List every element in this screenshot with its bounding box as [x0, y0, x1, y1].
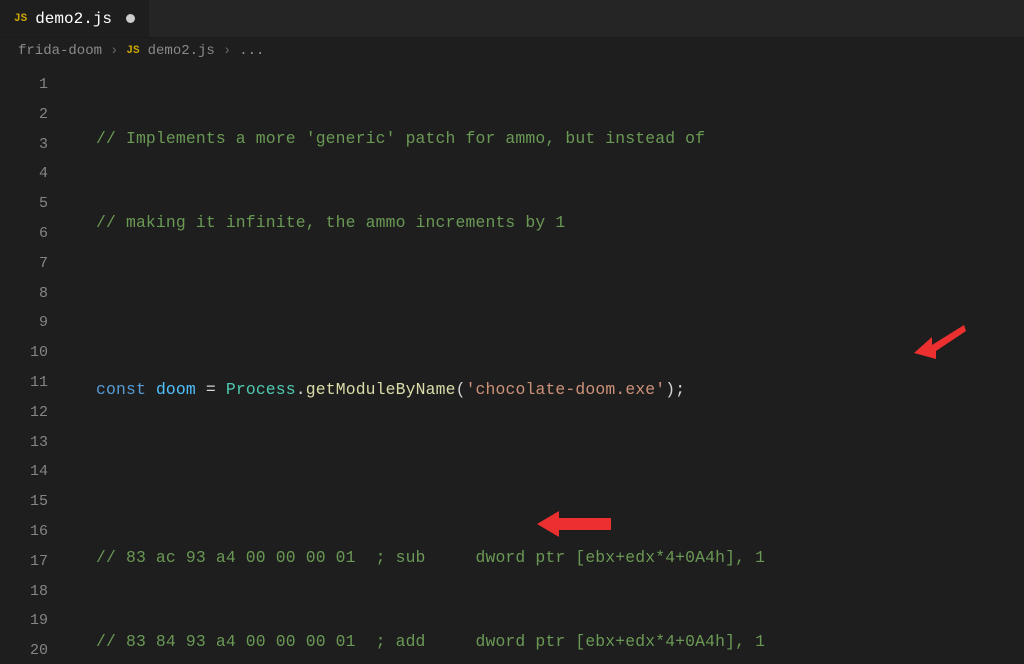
breadcrumb-folder[interactable]: frida-doom — [18, 43, 102, 59]
code-line — [74, 459, 1024, 489]
tab-filename: demo2.js — [35, 10, 112, 28]
chevron-right-icon: › — [110, 43, 118, 59]
js-icon: JS — [14, 13, 27, 25]
line-number: 9 — [0, 308, 74, 338]
comment-token: // making it infinite, the ammo incremen… — [96, 213, 565, 232]
line-number: 6 — [0, 219, 74, 249]
line-number: 11 — [0, 368, 74, 398]
line-number: 5 — [0, 189, 74, 219]
comment-token: // Implements a more 'generic' patch for… — [96, 129, 705, 148]
line-number: 12 — [0, 398, 74, 428]
tab-bar: JS demo2.js — [0, 0, 1024, 38]
breadcrumb: frida-doom › JS demo2.js › ... — [0, 38, 1024, 64]
annotation-arrow-icon — [914, 319, 970, 363]
annotation-arrow-icon — [537, 509, 613, 539]
code-line: // making it infinite, the ammo incremen… — [74, 208, 1024, 238]
comment-token: // 83 ac 93 a4 00 00 00 01 ; sub dword p… — [96, 548, 765, 567]
line-number: 2 — [0, 100, 74, 130]
line-number: 1 — [0, 70, 74, 100]
tab-active[interactable]: JS demo2.js — [0, 0, 150, 37]
line-number-gutter: 1 2 3 4 5 6 7 8 9 10 11 12 13 14 15 16 1… — [0, 64, 74, 664]
comment-token: // 83 84 93 a4 00 00 00 01 ; add dword p… — [96, 632, 765, 651]
line-number: 4 — [0, 159, 74, 189]
dirty-indicator-icon — [126, 14, 135, 23]
editor-area[interactable]: 1 2 3 4 5 6 7 8 9 10 11 12 13 14 15 16 1… — [0, 64, 1024, 664]
line-number: 20 — [0, 636, 74, 664]
code-line: const doom = Process.getModuleByName('ch… — [74, 375, 1024, 405]
keyword-token: const — [96, 380, 146, 399]
code-content[interactable]: // Implements a more 'generic' patch for… — [74, 64, 1024, 664]
line-number: 8 — [0, 279, 74, 309]
punct-token: . — [296, 380, 306, 399]
const-name-token: doom — [156, 380, 196, 399]
line-number: 19 — [0, 606, 74, 636]
breadcrumb-file[interactable]: demo2.js — [148, 43, 215, 59]
line-number: 13 — [0, 428, 74, 458]
line-number: 7 — [0, 249, 74, 279]
code-line: // Implements a more 'generic' patch for… — [74, 124, 1024, 154]
punct-token: ( — [456, 380, 466, 399]
line-number: 18 — [0, 577, 74, 607]
line-number: 15 — [0, 487, 74, 517]
line-number: 17 — [0, 547, 74, 577]
func-token: getModuleByName — [306, 380, 456, 399]
line-number: 3 — [0, 130, 74, 160]
op-token: = — [196, 380, 226, 399]
line-number: 14 — [0, 457, 74, 487]
string-token: 'chocolate-doom.exe' — [466, 380, 666, 399]
code-line: // 83 ac 93 a4 00 00 00 01 ; sub dword p… — [74, 543, 1024, 573]
line-number: 16 — [0, 517, 74, 547]
line-number: 10 — [0, 338, 74, 368]
type-token: Process — [226, 380, 296, 399]
chevron-right-icon: › — [223, 43, 231, 59]
code-line: // 83 84 93 a4 00 00 00 01 ; add dword p… — [74, 627, 1024, 657]
breadcrumb-symbol[interactable]: ... — [239, 43, 264, 59]
js-icon: JS — [126, 45, 139, 57]
punct-token: ); — [665, 380, 685, 399]
code-line — [74, 292, 1024, 322]
